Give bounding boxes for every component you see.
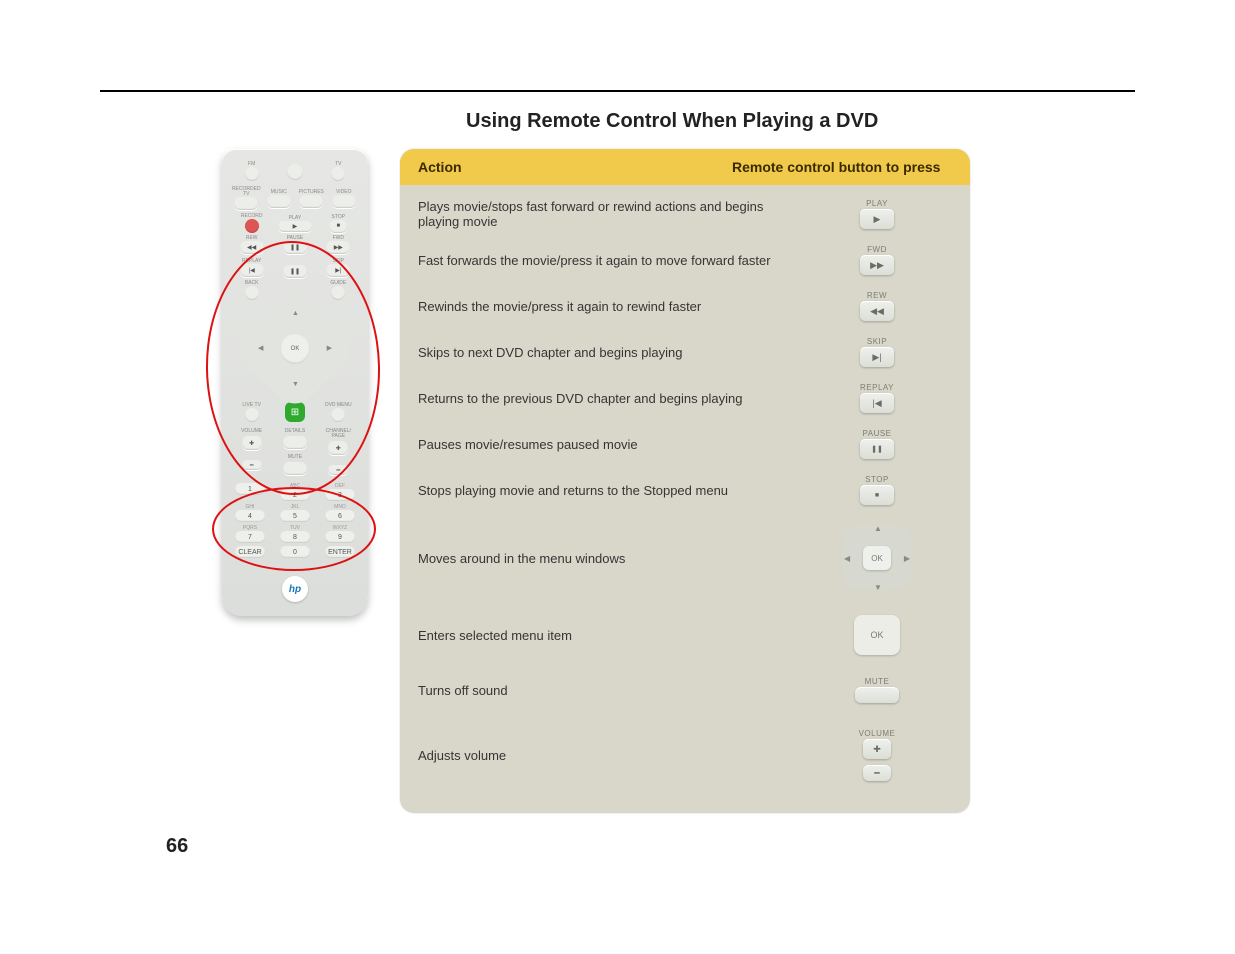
button-cell: FWD▶▶ [802,245,952,275]
action-text: Skips to next DVD chapter and begins pla… [418,345,802,360]
table-row: Returns to the previous DVD chapter and … [400,375,970,421]
remote-numpad: 1ABC2DEF3GHI4JKL5MNO6PQRS7TUV8WXYZ9CLEAR… [230,483,360,558]
remote-control-image: FM TV RECORDED TV MUSIC PICTURES [222,149,368,616]
button-cell: SKIP▶| [802,337,952,367]
transport-button-icon: ▶▶ [860,255,894,275]
transport-button-icon: ■ [860,485,894,505]
table-row: Stops playing movie and returns to the S… [400,467,970,513]
ok-button-icon: OK [854,615,900,655]
transport-button-icon: ▶| [860,347,894,367]
action-text: Enters selected menu item [418,628,802,643]
button-cell: REPLAY|◀ [802,383,952,413]
hp-logo: hp [282,576,308,602]
button-cell: VOLUME✚━ [802,729,952,781]
tv-label: TV [317,162,360,167]
windows-button: ⊞ [285,402,305,422]
table-row: Pauses movie/resumes paused moviePAUSE❚❚ [400,421,970,467]
table-row: Moves around in the menu windows OK▲▼◀▶ [400,513,970,603]
volume-down-icon: ━ [863,765,891,781]
table-header-button: Remote control button to press [732,159,952,175]
transport-button-icon: |◀ [860,393,894,413]
fm-label: FM [230,162,273,167]
table-row: Rewinds the movie/press it again to rewi… [400,283,970,329]
table-row: Skips to next DVD chapter and begins pla… [400,329,970,375]
button-cell: PLAY▶ [802,199,952,229]
button-cell: OK [802,615,952,655]
button-cell: OK▲▼◀▶ [802,522,952,594]
button-cell: MUTE [802,677,952,703]
action-text: Plays movie/stops fast forward or rewind… [418,199,802,229]
table-row: Enters selected menu item OK [400,603,970,667]
button-cell: PAUSE❚❚ [802,429,952,459]
volume-up-icon: ✚ [863,739,891,759]
table-row: Plays movie/stops fast forward or rewind… [400,191,970,237]
action-text: Pauses movie/resumes paused movie [418,437,802,452]
dpad-icon: OK▲▼◀▶ [838,522,916,594]
action-text: Adjusts volume [418,748,802,763]
action-text: Moves around in the menu windows [418,551,802,566]
page-number: 66 [166,835,1135,858]
transport-button-icon: ◀◀ [860,301,894,321]
section-heading: Using Remote Control When Playing a DVD [466,110,1135,133]
mute-button-icon [855,687,899,703]
action-text: Stops playing movie and returns to the S… [418,483,802,498]
actions-table: Action Remote control button to press Pl… [400,149,970,813]
action-text: Rewinds the movie/press it again to rewi… [418,299,802,314]
button-cell: STOP■ [802,475,952,505]
table-row: Fast forwards the movie/press it again t… [400,237,970,283]
transport-button-icon: ❚❚ [860,439,894,459]
transport-button-icon: ▶ [860,209,894,229]
table-header-action: Action [418,159,732,175]
action-text: Returns to the previous DVD chapter and … [418,391,802,406]
action-text: Turns off sound [418,683,802,698]
table-row: Turns off soundMUTE [400,667,970,713]
remote-dpad: OK ▲ ▼ ◀ ▶ [250,304,340,394]
table-row: Adjusts volumeVOLUME✚━ [400,713,970,797]
button-cell: REW◀◀ [802,291,952,321]
action-text: Fast forwards the movie/press it again t… [418,253,802,268]
